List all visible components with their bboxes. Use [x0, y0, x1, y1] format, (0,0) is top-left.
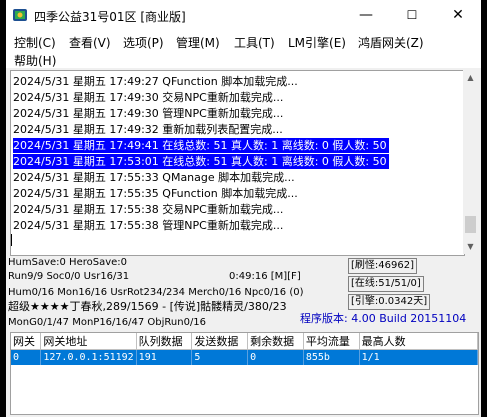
log-line: 2024/5/31 星期五 17:49:27 QFunction 脚本加载完成.…	[13, 75, 298, 88]
table-cell: 5	[191, 349, 249, 365]
table-cell: 0	[11, 349, 42, 365]
log-line: 2024/5/31 星期五 17:55:33 QManage 脚本加载完成...	[13, 171, 295, 184]
window-title: 四季公益31号01区 [商业版]	[34, 10, 186, 24]
column-header-gateway[interactable]: 网关	[11, 333, 42, 350]
online-counter: [在线:51/51/0]	[348, 276, 424, 292]
menu-control[interactable]: 控制(C)	[14, 34, 56, 51]
menu-bar: 控制(C) 查看(V) 选项(P) 管理(M) 工具(T) LM引擎(E) 鸿盾…	[6, 30, 481, 68]
log-line-selected: 2024/5/31 星期五 17:53:01 在线总数: 51 真人数: 1 离…	[13, 154, 389, 169]
menu-tools[interactable]: 工具(T)	[234, 34, 275, 51]
announcement-line: 超级★★★★丁春秋,289/1569 - [传说]骷髅精灵/380/23	[8, 300, 287, 313]
hum-save-status: HumSave:0 HeroSave:0	[8, 257, 128, 268]
menu-options[interactable]: 选项(P)	[123, 34, 164, 51]
menu-view[interactable]: 查看(V)	[69, 34, 111, 51]
table-cell: 1/1	[359, 349, 478, 365]
log-line: 2024/5/31 星期五 17:55:38 管理NPC重新加载完成...	[13, 219, 284, 232]
gateway-table: 网关 网关地址 队列数据 发送数据 剩余数据 平均流量 最高人数 0 127.0…	[10, 332, 479, 415]
log-textarea[interactable]: 2024/5/31 星期五 17:49:27 QFunction 脚本加载完成.…	[10, 70, 465, 256]
log-line-selected: 2024/5/31 星期五 17:49:41 在线总数: 51 真人数: 1 离…	[13, 138, 389, 153]
scroll-up-icon[interactable]: ▲	[463, 70, 478, 85]
program-version: 程序版本: 4.00 Build 20151104	[300, 312, 467, 325]
minimize-button[interactable]: —	[343, 0, 389, 30]
column-header-queue[interactable]: 队列数据	[136, 333, 193, 350]
scroll-thumb[interactable]	[465, 216, 476, 233]
refresh-monster-counter: [刷怪:46962]	[348, 258, 417, 274]
scroll-down-icon[interactable]: ▼	[463, 239, 478, 254]
column-header-address[interactable]: 网关地址	[40, 333, 137, 350]
column-header-max-users[interactable]: 最高人数	[359, 333, 478, 350]
table-cell: 855b	[303, 349, 360, 365]
column-header-avg-traffic[interactable]: 平均流量	[303, 333, 360, 350]
column-header-sent[interactable]: 发送数据	[191, 333, 249, 350]
log-line: 2024/5/31 星期五 17:49:32 重新加载列表配置完成...	[13, 123, 283, 136]
menu-help[interactable]: 帮助(H)	[14, 52, 56, 69]
engine-rate-counter: [引擎:0.0342天]	[348, 294, 431, 310]
app-window: 四季公益31号01区 [商业版] — ☐ ✕ 控制(C) 查看(V) 选项(P)…	[6, 0, 481, 417]
log-line: 2024/5/31 星期五 17:49:30 管理NPC重新加载完成...	[13, 107, 284, 120]
table-header-row: 网关 网关地址 队列数据 发送数据 剩余数据 平均流量 最高人数	[11, 333, 478, 350]
log-line: 2024/5/31 星期五 17:49:30 交易NPC重新加载完成...	[13, 91, 284, 104]
table-cell: 191	[136, 349, 193, 365]
table-cell: 127.0.0.1:51192	[40, 349, 137, 365]
text-caret	[11, 234, 12, 246]
log-line: 2024/5/31 星期五 17:55:35 QFunction 脚本加载完成.…	[13, 187, 298, 200]
hum-status: Hum0/16 Mon16/16 UsrRot234/234 Merch0/16…	[8, 287, 304, 298]
log-line: 2024/5/31 星期五 17:55:38 交易NPC重新加载完成...	[13, 203, 284, 216]
menu-manage[interactable]: 管理(M)	[176, 34, 220, 51]
menu-lm-engine[interactable]: LM引擎(E)	[288, 34, 346, 51]
menu-gateway[interactable]: 鸿盾网关(Z)	[358, 34, 424, 51]
title-bar[interactable]: 四季公益31号01区 [商业版] — ☐ ✕	[6, 0, 481, 30]
run-status: Run9/9 Soc0/0 Usr16/31	[8, 271, 130, 282]
log-scrollbar[interactable]: ▲ ▼	[463, 70, 478, 254]
app-icon	[13, 9, 27, 21]
mon-status: MonG0/1/47 MonP16/16/47 ObjRun0/16	[8, 317, 207, 328]
uptime-status: 0:49:16 [M][F]	[229, 271, 301, 282]
table-cell: 0	[247, 349, 304, 365]
maximize-button[interactable]: ☐	[389, 0, 435, 30]
table-row[interactable]: 0 127.0.0.1:51192 191 5 0 855b 1/1	[11, 349, 478, 365]
close-button[interactable]: ✕	[435, 0, 481, 30]
column-header-remaining[interactable]: 剩余数据	[247, 333, 304, 350]
